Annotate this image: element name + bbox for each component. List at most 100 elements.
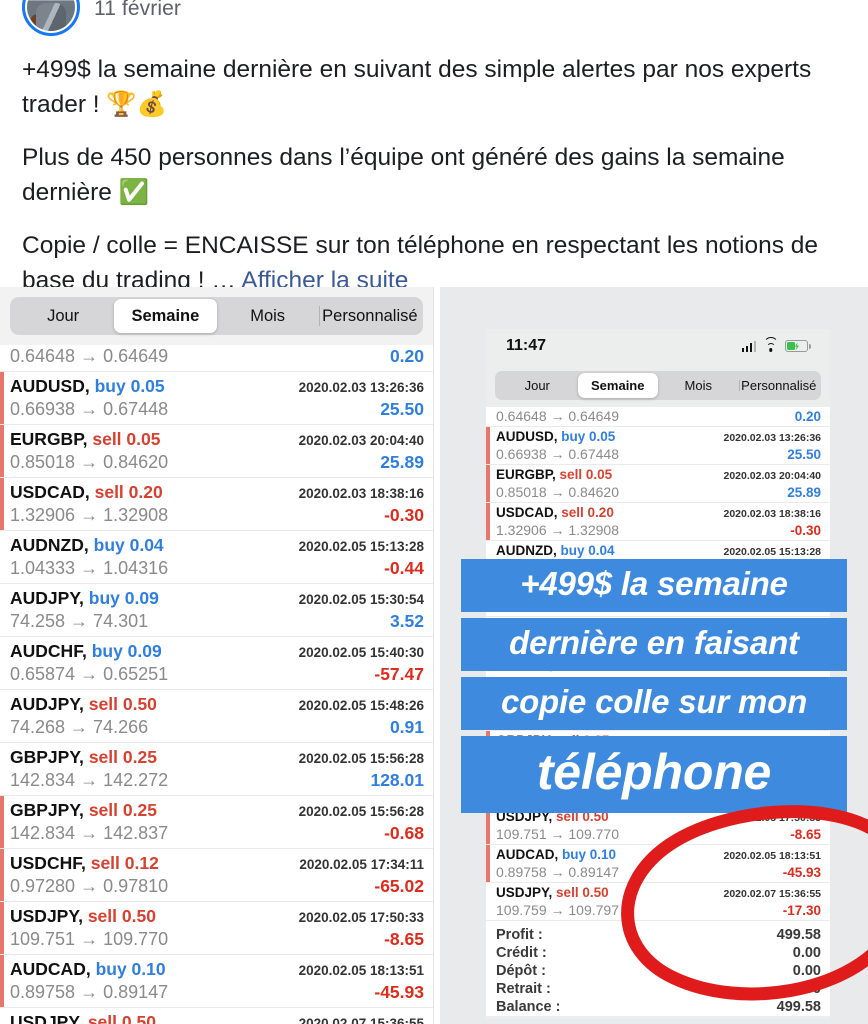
deal-prices: 0.66938 → 0.67448 <box>496 446 619 462</box>
deal-profit: -45.93 <box>374 982 424 1002</box>
deal-row[interactable]: AUDUSD, buy 0.05 2020.02.03 13:26:36 0.669… <box>0 372 433 424</box>
deal-time: 2020.02.05 15:56:28 <box>723 698 822 710</box>
deal-row-partial[interactable]: 0.64648 → 0.64649 0.20 <box>0 345 433 371</box>
status-bar-time: 11:47 <box>506 337 547 354</box>
deal-profit: -8.65 <box>790 827 821 842</box>
deal-row[interactable]: USDCHF, sell 0.12 2020.02.05 17:34:11 0.97… <box>486 769 830 806</box>
media-left-trading-history[interactable]: Jour Semaine Mois Personnalisé 0.64648 →… <box>0 287 434 1024</box>
tab-jour-phone[interactable]: Jour <box>497 373 578 398</box>
deal-row[interactable]: USDCAD, sell 0.20 2020.02.03 18:38:16 1.32… <box>0 478 433 530</box>
deal-time: 2020.02.03 13:26:36 <box>298 380 424 395</box>
deal-symbol: EURGBP, sell 0.05 <box>10 429 161 449</box>
deal-time: 2020.02.07 15:36:55 <box>298 1016 424 1024</box>
deal-row[interactable]: GBPJPY, sell 0.25 2020.02.05 15:56:28 142.… <box>486 731 830 768</box>
deal-symbol: EURGBP, sell 0.05 <box>496 467 613 482</box>
deal-row[interactable]: AUDCAD, buy 0.10 2020.02.05 18:13:51 0.897… <box>486 845 830 882</box>
deal-symbol: AUDNZD, buy 0.04 <box>496 543 615 558</box>
deal-prices: 0.85018 → 0.84620 <box>10 452 169 472</box>
deal-row[interactable]: AUDJPY, buy 0.09 2020.02.05 15:30:54 74.25… <box>0 584 433 636</box>
deal-time: 2020.02.05 15:13:28 <box>723 546 822 558</box>
deal-profit: 25.50 <box>787 447 821 462</box>
tab-personnalise-phone[interactable]: Personnalisé <box>738 373 820 398</box>
deal-row[interactable]: AUDJPY, sell 0.50 2020.02.05 15:48:26 74.2… <box>0 690 433 742</box>
deal-time: 2020.02.05 15:56:28 <box>298 804 424 819</box>
deal-profit: -57.47 <box>374 664 424 684</box>
deal-side-volume: buy 0.05 <box>561 429 616 444</box>
deal-profit: 0.91 <box>389 717 424 737</box>
deal-row[interactable]: USDJPY, sell 0.502020.02.07 15:36:55109.… <box>0 1008 433 1024</box>
deal-row[interactable]: AUDUSD, buy 0.05 2020.02.03 13:26:36 0.669… <box>486 427 830 464</box>
media-right-phone-video[interactable]: 11:47 Jour Semaine Mois Personnalisé 0.6… <box>440 287 868 1024</box>
deal-profit: 25.89 <box>380 452 424 472</box>
deal-symbol: USDCHF, sell 0.12 <box>496 771 611 786</box>
deal-row[interactable]: EURGBP, sell 0.05 2020.02.03 20:04:40 0.85… <box>486 465 830 502</box>
tab-semaine-phone[interactable]: Semaine <box>577 372 658 398</box>
deal-row[interactable]: AUDNZD, buy 0.04 2020.02.05 15:13:28 1.043… <box>0 531 433 583</box>
deal-row[interactable]: GBPJPY, sell 0.25 2020.02.05 15:56:28 142.… <box>0 743 433 795</box>
summary-value: 0.00 <box>792 981 821 997</box>
deal-profit: -0.44 <box>790 561 821 576</box>
deal-row[interactable]: GBPJPY, sell 0.25 2020.02.05 15:56:28 142.… <box>0 796 433 848</box>
deal-symbol: USDCAD, sell 0.20 <box>10 482 163 502</box>
deal-time: 2020.02.03 13:26:36 <box>723 432 822 444</box>
deal-row[interactable]: AUDNZD, buy 0.04 2020.02.05 15:13:28 1.043… <box>486 541 830 578</box>
deal-time: 2020.02.05 15:40:30 <box>298 645 424 660</box>
deal-row[interactable]: AUDJPY, buy 0.09 2020.02.05 15:30:54 74.25… <box>486 579 830 616</box>
deal-profit: -57.47 <box>782 637 821 652</box>
summary-row: Crédit : 0.00 <box>486 944 830 962</box>
summary-label: Dépôt : <box>496 963 546 979</box>
deal-side-volume: sell 0.12 <box>558 771 611 786</box>
deal-row[interactable]: USDCHF, sell 0.12 2020.02.05 17:34:11 0.97… <box>0 849 433 901</box>
deal-prices: 0.97280 → 0.97810 <box>10 876 169 896</box>
deal-prices: 109.759 → 109.797 <box>496 902 619 918</box>
right-period-segmented-control[interactable]: Jour Semaine Mois Personnalisé <box>486 363 830 407</box>
deal-prices: 0.85018 → 0.84620 <box>496 484 619 500</box>
deal-row[interactable]: USDJPY, sell 0.50 2020.02.05 17:50:33 109.… <box>0 902 433 954</box>
deal-prices: 0.65874 → 0.65251 <box>496 636 619 652</box>
deal-row-partial[interactable]: 0.64648 → 0.64649 0.20 <box>486 407 830 426</box>
deal-side-volume: buy 0.10 <box>562 847 617 862</box>
avatar[interactable] <box>22 0 80 36</box>
deal-symbol: USDJPY, sell 0.50 <box>10 1012 156 1024</box>
deal-side-volume: sell 0.50 <box>556 885 609 900</box>
deal-row[interactable]: USDCAD, sell 0.20 2020.02.03 18:38:16 1.32… <box>486 503 830 540</box>
deal-time: 2020.02.05 17:50:33 <box>723 812 822 824</box>
deal-side-volume: sell 0.50 <box>88 694 157 714</box>
deal-prices: 1.04333 → 1.04316 <box>10 558 169 578</box>
summary-row: Retrait : 0.00 <box>486 980 830 998</box>
deal-row[interactable]: AUDJPY, sell 0.50 2020.02.05 15:48:26 74.2… <box>486 655 830 692</box>
deal-prices: 142.834 → 142.272 <box>10 770 169 790</box>
deal-row[interactable]: AUDCAD, buy 0.10 2020.02.05 18:13:51 0.897… <box>0 955 433 1007</box>
deal-profit: -8.65 <box>384 929 424 949</box>
left-period-segmented-control[interactable]: Jour Semaine Mois Personnalisé <box>0 287 433 345</box>
deal-row[interactable]: USDJPY, sell 0.502020.02.07 15:36:55109.… <box>486 883 830 920</box>
tab-personnalise[interactable]: Personnalisé <box>318 299 421 333</box>
tab-jour[interactable]: Jour <box>12 299 114 333</box>
deal-side-volume: sell 0.05 <box>92 429 161 449</box>
deal-side-volume: buy 0.10 <box>95 959 166 979</box>
deal-list-phone[interactable]: 0.64648 → 0.64649 0.20 AUDUSD, buy 0.05 202… <box>486 407 830 921</box>
tab-mois[interactable]: Mois <box>217 299 319 333</box>
deal-list[interactable]: 0.64648 → 0.64649 0.20 AUDUSD, buy 0.05 202… <box>0 345 433 1024</box>
deal-row[interactable]: EURGBP, sell 0.05 2020.02.03 20:04:40 0.85… <box>0 425 433 477</box>
deal-row[interactable]: GBPJPY, sell 0.25 2020.02.05 15:56:28 142.… <box>486 693 830 730</box>
post-text: +499$ la semaine dernière en suivant des… <box>22 52 848 298</box>
deal-profit: -65.02 <box>374 876 424 896</box>
deal-profit: -45.93 <box>782 865 821 880</box>
deal-prices: 74.268 → 74.266 <box>10 717 149 737</box>
deal-prices: 1.32906 → 1.32908 <box>10 505 169 525</box>
deal-row[interactable]: AUDCHF, buy 0.09 2020.02.05 15:40:30 0.658… <box>486 617 830 654</box>
deal-symbol: USDCAD, sell 0.20 <box>496 505 614 520</box>
deal-profit: -0.68 <box>384 823 424 843</box>
deal-prices: 0.64648 → 0.64649 <box>10 346 169 366</box>
deal-row[interactable]: USDJPY, sell 0.50 2020.02.05 17:50:33 109.… <box>486 807 830 844</box>
tab-mois-phone[interactable]: Mois <box>658 373 739 398</box>
tab-semaine[interactable]: Semaine <box>114 299 217 333</box>
deal-time: 2020.02.05 15:30:54 <box>723 584 822 596</box>
deal-side-volume: sell 0.05 <box>559 467 613 482</box>
deal-symbol: GBPJPY, sell 0.25 <box>496 733 610 748</box>
deal-time: 2020.02.05 18:13:51 <box>723 850 822 862</box>
deal-row[interactable]: AUDCHF, buy 0.09 2020.02.05 15:40:30 0.658… <box>0 637 433 689</box>
summary-label: Crédit : <box>496 945 547 961</box>
deal-symbol: AUDJPY, buy 0.09 <box>496 581 611 596</box>
